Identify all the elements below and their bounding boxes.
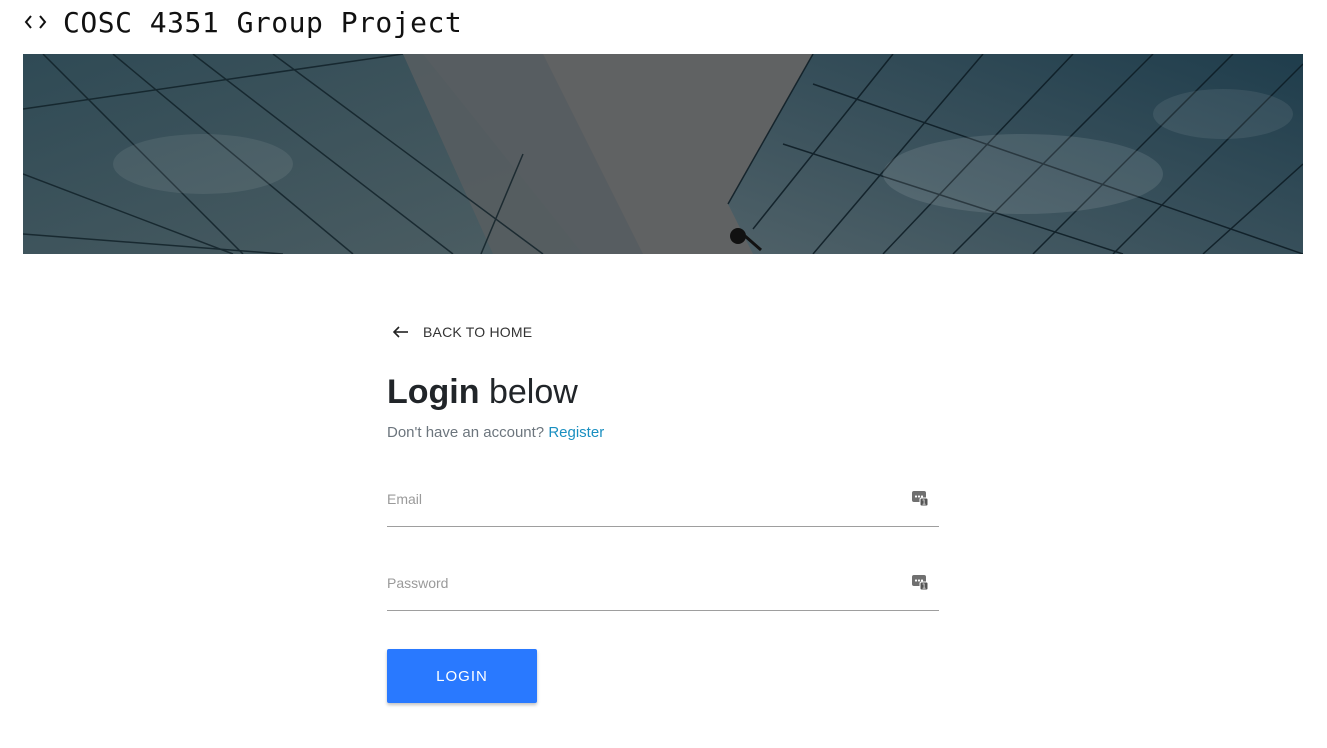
page-title-bold: Login <box>387 373 480 411</box>
page-title-light: below <box>488 373 578 411</box>
app-title: COSC 4351 Group Project <box>63 5 463 39</box>
arrow-left-icon <box>393 326 409 338</box>
code-brackets-icon <box>23 12 49 32</box>
app-header: COSC 4351 Group Project <box>23 4 462 40</box>
email-field[interactable] <box>387 485 897 513</box>
email-field-wrapper: 1 <box>387 471 939 527</box>
register-prompt: Don't have an account? Register <box>387 424 939 441</box>
login-button[interactable]: LOGIN <box>387 649 537 703</box>
hero-banner-image <box>23 54 1303 254</box>
svg-text:1: 1 <box>922 499 926 507</box>
register-link[interactable]: Register <box>548 424 604 441</box>
svg-text:1: 1 <box>922 583 926 591</box>
password-field[interactable] <box>387 569 897 597</box>
back-to-home-label: BACK TO HOME <box>423 324 533 340</box>
password-field-wrapper: 1 <box>387 555 939 611</box>
login-panel: BACK TO HOME Login below Don't have an a… <box>387 318 939 703</box>
password-manager-icon[interactable]: 1 <box>911 573 929 591</box>
password-manager-icon[interactable]: 1 <box>911 489 929 507</box>
page-title: Login below <box>387 372 939 412</box>
back-to-home-link[interactable]: BACK TO HOME <box>387 318 939 346</box>
no-account-text: Don't have an account? <box>387 424 545 441</box>
